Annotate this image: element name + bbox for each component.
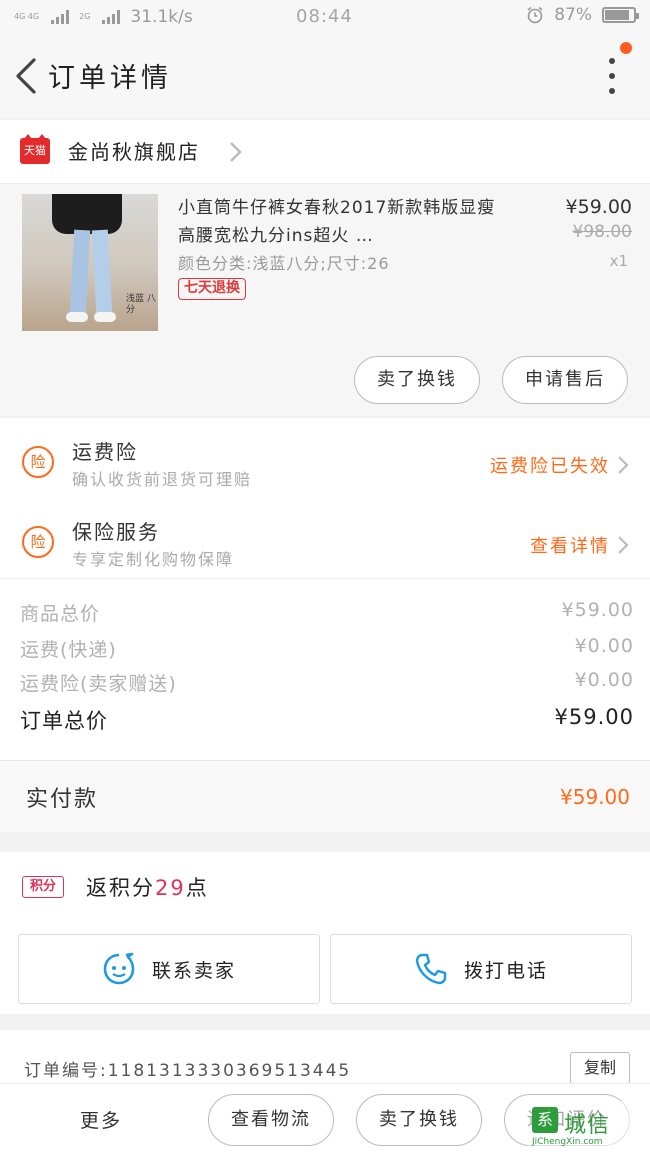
sell-exchange-button[interactable]: 卖了换钱 bbox=[354, 356, 480, 404]
summary-value: ¥59.00 bbox=[561, 599, 634, 621]
clock: 08:44 bbox=[296, 6, 353, 27]
chevron-right-icon bbox=[230, 142, 242, 162]
order-number-label: 订单编号: bbox=[24, 1061, 108, 1081]
summary-label: 运费险(卖家赠送) bbox=[20, 673, 177, 695]
network-tag: 4G 4G bbox=[14, 12, 40, 21]
payment-row: 实付款 ¥59.00 bbox=[0, 760, 650, 832]
points-text: 返积分29点 bbox=[86, 872, 209, 902]
chevron-right-icon bbox=[618, 456, 629, 474]
more-menu-icon[interactable] bbox=[606, 58, 618, 94]
network-speed: 31.1k/s bbox=[130, 7, 193, 27]
price-summary: 商品总价 ¥59.00 运费(快递) ¥0.00 运费险(卖家赠送) ¥0.00… bbox=[0, 578, 650, 760]
signal-icon-2 bbox=[102, 10, 121, 24]
product-image[interactable]: 浅蓝 八分 bbox=[22, 194, 158, 331]
product-card: 浅蓝 八分 小直筒牛仔裤女春秋2017新款韩版显瘦高腰宽松九分ins超火 … 颜… bbox=[0, 184, 650, 416]
quantity: x1 bbox=[609, 252, 628, 270]
watermark-url: JiChengXin.com bbox=[532, 1137, 603, 1147]
phone-icon bbox=[415, 953, 447, 985]
back-arrow-icon[interactable] bbox=[10, 56, 44, 96]
summary-row: 运费(快递) ¥0.00 bbox=[20, 635, 634, 665]
points-prefix: 返积分 bbox=[86, 876, 155, 900]
battery-icon bbox=[602, 7, 639, 23]
store-row[interactable]: 天猫 金尚秋旗舰店 bbox=[0, 120, 650, 184]
call-label: 拨打电话 bbox=[463, 959, 548, 982]
chat-bubble-icon bbox=[103, 952, 135, 985]
copy-button[interactable]: 复制 bbox=[570, 1052, 630, 1084]
signal-icon bbox=[51, 10, 70, 24]
after-sale-button[interactable]: 申请售后 bbox=[502, 356, 628, 404]
summary-value: ¥0.00 bbox=[574, 669, 634, 691]
order-number: 订单编号:1181313330369513445 bbox=[24, 1056, 351, 1081]
order-number-row: 订单编号:1181313330369513445 复制 bbox=[0, 1030, 650, 1086]
order-total-row: 订单总价 ¥59.00 bbox=[20, 705, 634, 735]
bottom-action-bar: 更多 查看物流 卖了换钱 追加评价 系 城信 JiChengXin.com bbox=[0, 1083, 650, 1155]
payment-label: 实付款 bbox=[26, 787, 99, 812]
points-number: 29 bbox=[155, 876, 186, 900]
insurance-icon: 险 bbox=[22, 446, 54, 478]
page-title: 订单详情 bbox=[48, 63, 172, 94]
contact-seller-label: 联系卖家 bbox=[151, 959, 236, 982]
network-tag-2: 2G bbox=[79, 12, 91, 21]
original-price: ¥98.00 bbox=[572, 222, 632, 242]
payment-value: ¥59.00 bbox=[560, 785, 630, 809]
insurance-service-row[interactable]: 险 保险服务 专享定制化购物保障 查看详情 bbox=[0, 502, 650, 580]
store-name: 金尚秋旗舰店 bbox=[68, 140, 200, 164]
order-number-value: 1181313330369513445 bbox=[107, 1061, 352, 1081]
alarm-icon bbox=[527, 6, 543, 24]
points-suffix: 点 bbox=[185, 876, 209, 900]
view-logistics-button[interactable]: 查看物流 bbox=[208, 1094, 334, 1146]
summary-label: 运费(快递) bbox=[20, 639, 117, 661]
more-button[interactable]: 更多 bbox=[80, 1106, 122, 1133]
summary-value: ¥0.00 bbox=[574, 635, 634, 657]
insurance-icon: 险 bbox=[22, 526, 54, 558]
shipping-insurance-row[interactable]: 险 运费险 确认收货前退货可理赔 运费险已失效 bbox=[0, 422, 650, 500]
points-section: 积分 返积分29点 联系卖家 拨打电话 bbox=[0, 852, 650, 1014]
product-spec: 颜色分类:浅蓝八分;尺寸:26 bbox=[178, 254, 390, 273]
nav-bar: 订单详情 bbox=[0, 34, 650, 118]
insurance-subtitle: 确认收货前退货可理赔 bbox=[72, 470, 253, 489]
sell-exchange-bottom-button[interactable]: 卖了换钱 bbox=[356, 1094, 482, 1146]
watermark-logo: 系 bbox=[532, 1107, 558, 1133]
watermark: 系 城信 JiChengXin.com bbox=[528, 1101, 646, 1151]
watermark-text: 城信 bbox=[564, 1113, 611, 1138]
contact-seller-button[interactable]: 联系卖家 bbox=[18, 934, 320, 1004]
order-total-label: 订单总价 bbox=[20, 709, 108, 733]
summary-label: 商品总价 bbox=[20, 603, 101, 625]
call-button[interactable]: 拨打电话 bbox=[330, 934, 632, 1004]
insurance-section: 险 运费险 确认收货前退货可理赔 运费险已失效 险 保险服务 专享定制化购物保障… bbox=[0, 418, 650, 578]
insurance-title: 保险服务 bbox=[72, 520, 160, 544]
battery-percent: 87% bbox=[554, 5, 592, 25]
image-tag: 浅蓝 八分 bbox=[126, 294, 156, 315]
insurance-title: 运费险 bbox=[72, 440, 138, 464]
summary-row: 商品总价 ¥59.00 bbox=[20, 599, 634, 629]
points-badge: 积分 bbox=[22, 876, 64, 898]
chevron-right-icon bbox=[618, 536, 629, 554]
product-title[interactable]: 小直筒牛仔裤女春秋2017新款韩版显瘦高腰宽松九分ins超火 … bbox=[178, 194, 508, 250]
order-total-value: ¥59.00 bbox=[554, 705, 634, 729]
insurance-status: 运费险已失效 bbox=[490, 456, 610, 477]
tmall-icon: 天猫 bbox=[20, 134, 50, 164]
insurance-subtitle: 专享定制化购物保障 bbox=[72, 550, 235, 569]
product-price: ¥59.00 bbox=[565, 196, 632, 218]
status-bar: 4G 4G 2G 31.1k/s 08:44 87% bbox=[0, 0, 650, 34]
notification-dot bbox=[620, 42, 632, 54]
seven-day-return-badge: 七天退换 bbox=[178, 278, 246, 300]
insurance-details-link[interactable]: 查看详情 bbox=[530, 532, 610, 558]
summary-row: 运费险(卖家赠送) ¥0.00 bbox=[20, 669, 634, 699]
signal-group: 4G 4G 2G 31.1k/s bbox=[14, 7, 193, 27]
